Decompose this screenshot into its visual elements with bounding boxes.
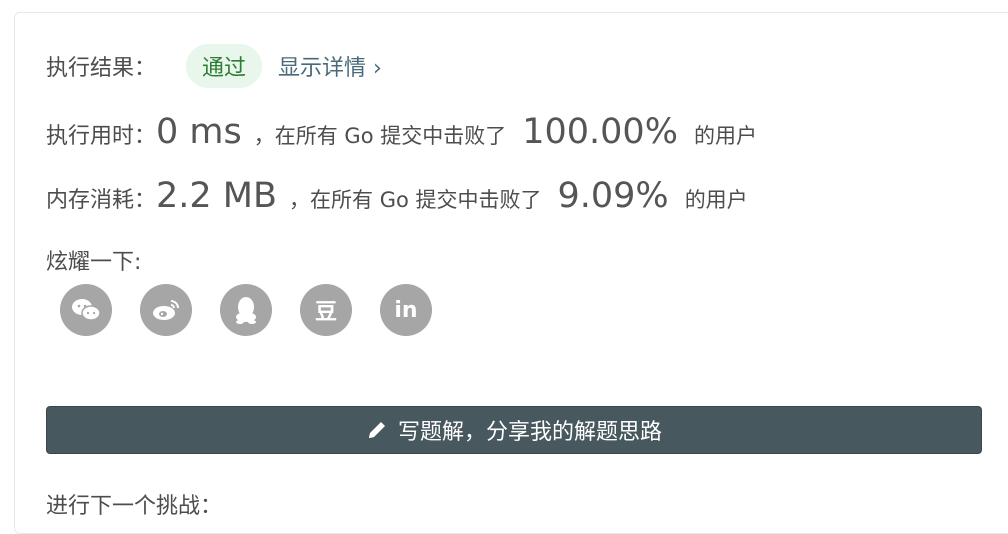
pencil-icon <box>368 422 385 438</box>
runtime-value: 0 ms <box>156 112 242 152</box>
memory-percent: 9.09% <box>557 176 669 216</box>
weibo-icon[interactable] <box>140 284 192 336</box>
next-challenge-label: 进行下一个挑战： <box>46 494 223 519</box>
wechat-icon[interactable] <box>60 284 112 336</box>
share-row: 炫耀一下: <box>46 244 141 276</box>
runtime-row: 执行用时： 0 ms ，在所有 Go 提交中击败了 100.00% 的用户 <box>46 112 757 152</box>
share-label: 炫耀一下: <box>46 250 142 275</box>
show-details-link[interactable]: 显示详情 › <box>278 50 382 82</box>
result-label: 执行结果： <box>46 56 157 81</box>
runtime-suffix: 的用户 <box>693 124 757 148</box>
linkedin-icon[interactable]: in <box>380 284 432 336</box>
result-row: 执行结果： 通过 显示详情 › <box>46 44 382 88</box>
result-panel <box>14 12 1008 534</box>
douban-icon[interactable]: 豆 <box>300 284 352 336</box>
memory-suffix: 的用户 <box>684 188 748 212</box>
share-icons: 豆 in <box>60 284 432 336</box>
memory-label: 内存消耗： <box>46 188 157 213</box>
memory-value: 2.2 MB <box>156 176 278 216</box>
runtime-percent: 100.00% <box>522 112 678 152</box>
runtime-beat-text: ，在所有 Go 提交中击败了 <box>253 124 507 148</box>
status-badge: 通过 <box>186 44 263 88</box>
write-solution-label: 写题解，分享我的解题思路 <box>397 420 662 445</box>
write-solution-button[interactable]: 写题解，分享我的解题思路 <box>46 406 982 454</box>
memory-beat-text: ，在所有 Go 提交中击败了 <box>289 188 542 212</box>
memory-row: 内存消耗： 2.2 MB ，在所有 Go 提交中击败了 9.09% 的用户 <box>46 176 748 216</box>
qq-icon[interactable] <box>220 284 272 336</box>
runtime-label: 执行用时： <box>46 124 157 149</box>
